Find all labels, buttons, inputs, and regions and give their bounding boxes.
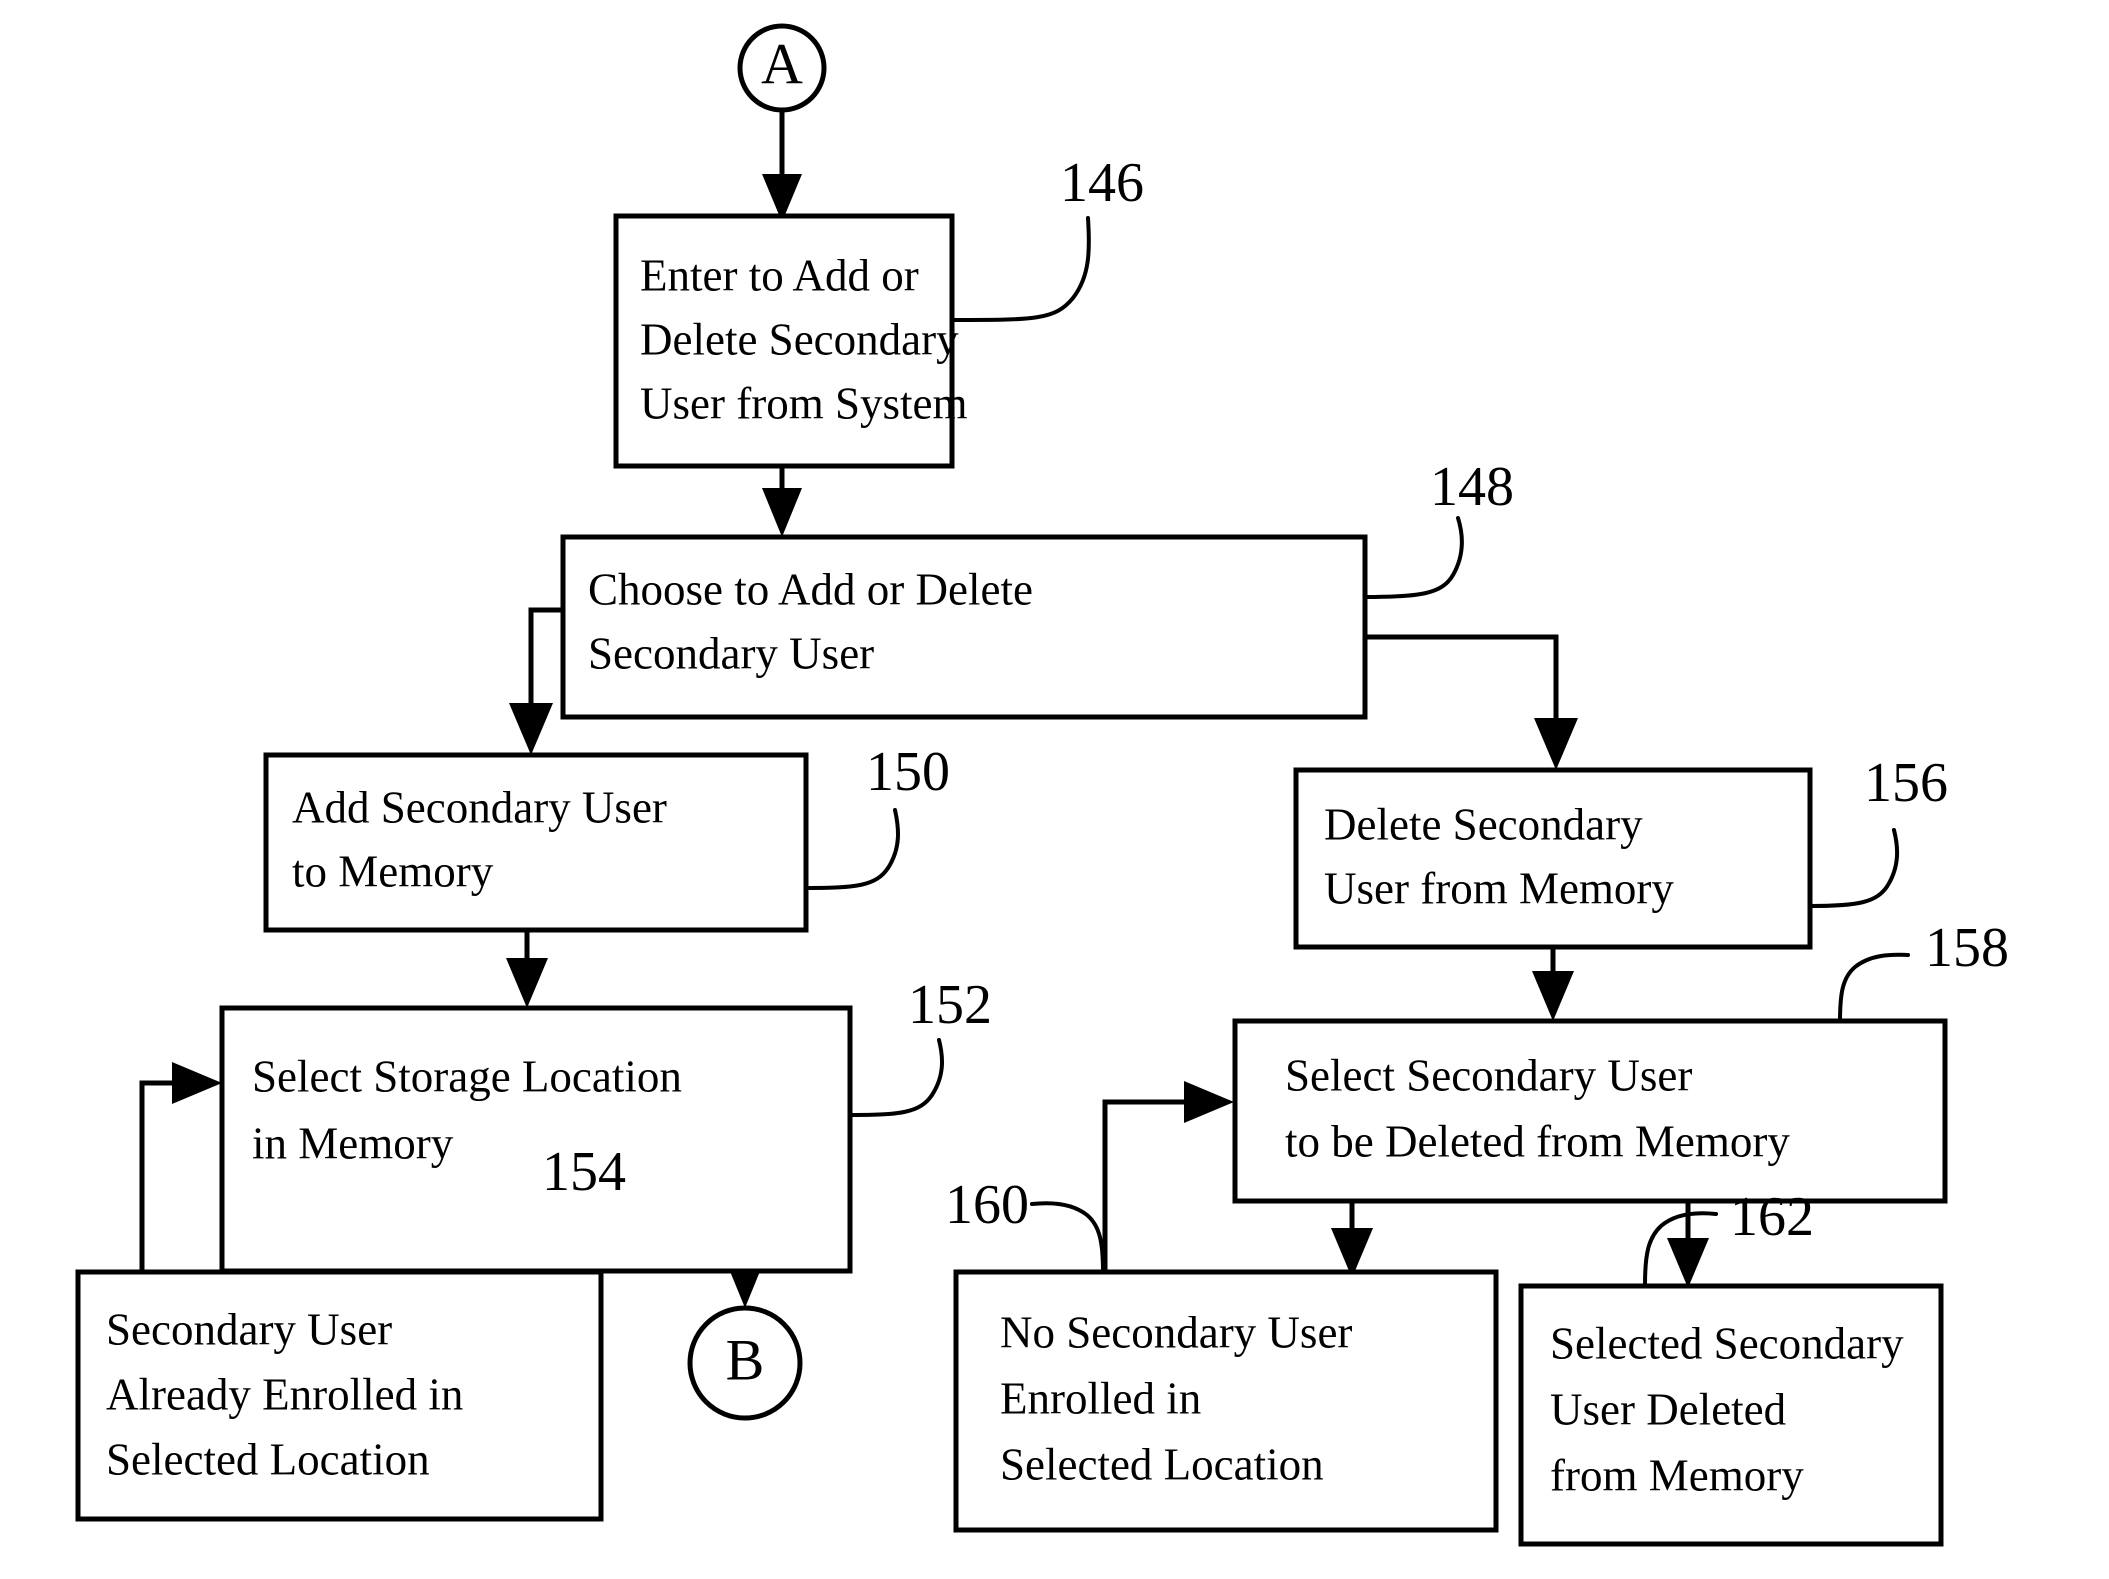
offpage-connector-a[interactable]: A: [737, 23, 827, 113]
box-148-line-1: Choose to Add or Delete: [588, 564, 1033, 614]
ref-number-160: 160: [945, 1174, 1029, 1236]
edge-154-to-152-feedback: [139, 1062, 222, 1271]
leader-152: [848, 1038, 944, 1117]
box-156-line-2: User from Memory: [1324, 863, 1674, 913]
box-162-line-1: Selected Secondary: [1550, 1318, 1904, 1368]
leader-146: [950, 216, 1091, 322]
edge-a-to-146: [762, 112, 802, 222]
process-box-146[interactable]: Enter to Add or Delete Secondary User fr…: [613, 213, 967, 469]
edge-160-to-158-feedback: [1102, 1081, 1234, 1272]
ref-number-148: 148: [1430, 456, 1514, 518]
ref-number-152: 152: [908, 974, 992, 1036]
edge-158-to-160: [1331, 1200, 1373, 1278]
ref-number-154: 154: [542, 1141, 626, 1203]
box-150-line-2: to Memory: [292, 846, 494, 896]
box-158-line-2: to be Deleted from Memory: [1285, 1116, 1790, 1166]
ref-number-162: 162: [1730, 1186, 1814, 1248]
process-box-160[interactable]: No Secondary User Enrolled in Selected L…: [953, 1269, 1499, 1533]
process-box-152[interactable]: Select Storage Location in Memory: [219, 1005, 853, 1274]
box-146-line-1: Enter to Add or: [640, 250, 919, 300]
box-148-line-2: Secondary User: [588, 628, 874, 678]
ref-number-158: 158: [1925, 917, 2009, 979]
flowchart-canvas: Enter to Add or Delete Secondary User fr…: [75, 23, 2009, 1547]
edge-148-to-156: [1365, 634, 1578, 770]
connector-a-label: A: [761, 31, 803, 96]
box-160-line-1: No Secondary User: [1000, 1307, 1352, 1357]
leader-156: [1808, 828, 1900, 908]
leader-158: [1838, 952, 1910, 1024]
patent-flowchart: Enter to Add or Delete Secondary User fr…: [0, 0, 2109, 1579]
box-162-line-2: User Deleted: [1550, 1384, 1786, 1434]
box-158-line-1: Select Secondary User: [1285, 1050, 1692, 1100]
edge-156-to-158: [1532, 945, 1574, 1021]
edge-146-to-148: [762, 465, 802, 537]
box-152-line-2: in Memory: [252, 1118, 454, 1168]
ref-number-146: 146: [1060, 152, 1144, 214]
ref-number-156: 156: [1864, 752, 1948, 814]
process-box-158[interactable]: Select Secondary User to be Deleted from…: [1232, 1018, 1948, 1204]
box-146-line-2: Delete Secondary: [640, 314, 959, 364]
leader-148: [1363, 516, 1464, 599]
process-box-156[interactable]: Delete Secondary User from Memory: [1293, 767, 1813, 950]
box-160-line-3: Selected Location: [1000, 1439, 1324, 1489]
process-box-162[interactable]: Selected Secondary User Deleted from Mem…: [1518, 1283, 1944, 1547]
edge-150-to-152: [506, 930, 548, 1008]
connector-b-label: B: [726, 1327, 765, 1392]
process-box-154[interactable]: Secondary User Already Enrolled in Selec…: [75, 1269, 604, 1522]
ref-number-150: 150: [866, 741, 950, 803]
box-154-line-1: Secondary User: [106, 1304, 392, 1354]
leader-160: [1030, 1201, 1105, 1274]
box-156-line-1: Delete Secondary: [1324, 799, 1643, 849]
box-150-line-1: Add Secondary User: [292, 782, 667, 832]
process-box-150[interactable]: Add Secondary User to Memory: [263, 752, 809, 933]
process-box-148[interactable]: Choose to Add or Delete Secondary User: [560, 534, 1368, 720]
box-146-line-3: User from System: [640, 378, 967, 428]
node-layer: Enter to Add or Delete Secondary User fr…: [75, 152, 2009, 1547]
leader-150: [804, 808, 900, 890]
offpage-connector-b[interactable]: B: [687, 1305, 803, 1421]
box-154-line-3: Selected Location: [106, 1434, 430, 1484]
box-154-line-2: Already Enrolled in: [106, 1369, 463, 1419]
box-152-line-1: Select Storage Location: [252, 1051, 682, 1101]
box-162-line-3: from Memory: [1550, 1450, 1804, 1500]
box-160-line-2: Enrolled in: [1000, 1373, 1201, 1423]
